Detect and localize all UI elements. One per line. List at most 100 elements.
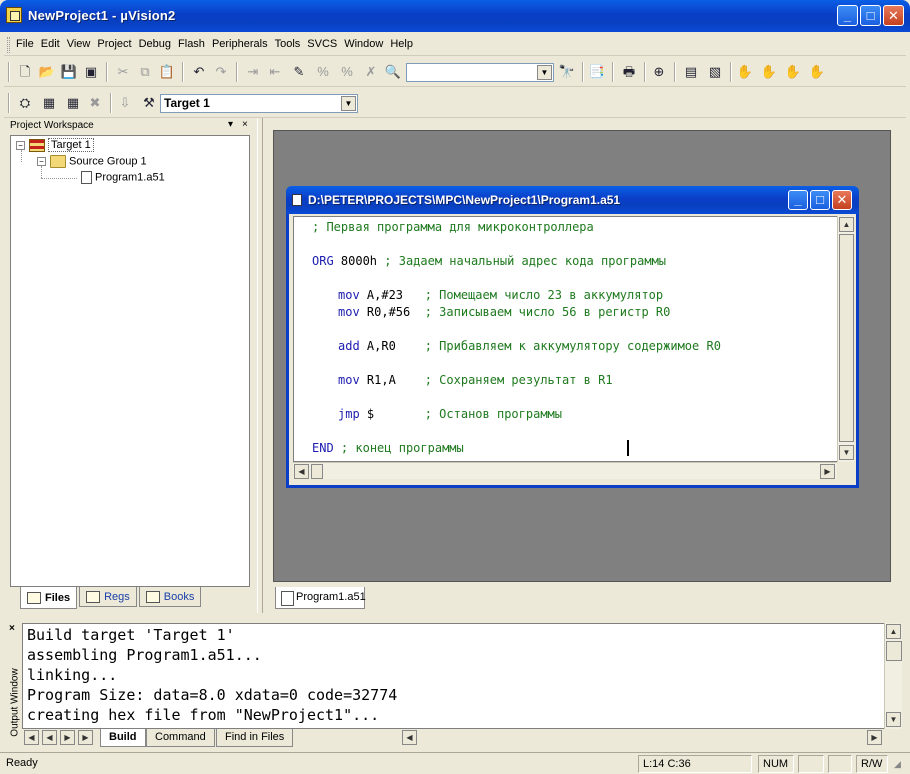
menu-peripherals[interactable]: Peripherals [212, 38, 268, 50]
code-comment: ; Сохраняем результат в R1 [424, 373, 613, 387]
indent-icon[interactable]: ⇥ [244, 63, 262, 81]
scroll-down-icon[interactable]: ▼ [886, 712, 901, 727]
menu-edit[interactable]: Edit [41, 38, 60, 50]
kill-all-breakpoints-icon[interactable]: ✋ [808, 63, 826, 81]
menu-project[interactable]: Project [97, 38, 131, 50]
cut-icon[interactable]: ✂ [114, 63, 132, 81]
find-combo[interactable]: ▼ [406, 63, 554, 82]
scroll-left-icon[interactable]: ◀ [294, 464, 309, 479]
scroll-up-icon[interactable]: ▲ [886, 624, 901, 639]
collapse-toggle-icon[interactable]: − [37, 157, 46, 166]
clear-bookmarks-icon[interactable]: ✗ [362, 63, 380, 81]
menu-grip[interactable] [7, 37, 10, 53]
build-target-icon[interactable]: ▦ [40, 94, 58, 112]
resize-grip-icon[interactable]: ◢ [894, 759, 901, 770]
workspace-window-icon[interactable]: ▤ [682, 63, 700, 81]
tree-node-source-group[interactable]: − Source Group 1 [37, 155, 147, 169]
document-icon[interactable] [292, 194, 302, 206]
editor-title-bar[interactable]: D:\PETER\PROJECTS\MPC\NewProject1\Progra… [286, 186, 859, 214]
find-combo-arrow-icon[interactable]: ▼ [537, 65, 552, 80]
output-vertical-scrollbar[interactable]: ▲ ▼ [884, 623, 902, 729]
scroll-thumb[interactable] [839, 234, 854, 442]
maximize-button[interactable]: □ [860, 5, 881, 26]
copy-icon[interactable]: ⧉ [136, 63, 154, 81]
find-in-files-icon[interactable]: 🔍 [384, 63, 402, 81]
tab-find-in-files[interactable]: Find in Files [216, 729, 294, 747]
toolbar-grip[interactable] [8, 62, 10, 82]
tab-scroll-first-icon[interactable]: ◀ [24, 730, 39, 745]
save-icon[interactable]: 💾 [60, 63, 78, 81]
redo-icon[interactable]: ↷ [212, 63, 230, 81]
tab-scroll-next-icon[interactable]: ▶ [60, 730, 75, 745]
target-options-icon[interactable]: ⚒ [140, 94, 158, 112]
menu-flash[interactable]: Flash [178, 38, 205, 50]
menu-debug[interactable]: Debug [139, 38, 171, 50]
next-bookmark-icon[interactable]: % [338, 63, 356, 81]
menu-help[interactable]: Help [390, 38, 413, 50]
minimize-button[interactable]: _ [837, 5, 858, 26]
output-window-handle[interactable]: × Output Window [4, 619, 22, 749]
prev-bookmark-icon[interactable]: % [314, 63, 332, 81]
scroll-right-icon[interactable]: ▶ [820, 464, 835, 479]
uvision-app-icon[interactable] [6, 7, 22, 23]
collapse-toggle-icon[interactable]: − [16, 141, 25, 150]
find-binoculars-icon[interactable]: 🔭 [558, 63, 576, 81]
kill-breakpoint-icon[interactable]: ✋ [760, 63, 778, 81]
code-editor[interactable]: ; Первая программа для микроконтроллера … [293, 216, 841, 462]
menu-view[interactable]: View [67, 38, 91, 50]
download-load-icon[interactable]: ⇩ [116, 94, 134, 112]
build-output[interactable]: Build target 'Target 1' assembling Progr… [22, 623, 902, 729]
tab-program1[interactable]: Program1.a51 [275, 587, 366, 609]
editor-maximize-button[interactable]: □ [810, 190, 830, 210]
menu-window[interactable]: Window [344, 38, 383, 50]
stop-build-icon[interactable]: ✖ [86, 94, 104, 112]
tab-command[interactable]: Command [146, 729, 215, 747]
scroll-thumb[interactable] [311, 464, 323, 479]
workspace-splitter[interactable] [257, 118, 263, 613]
paste-icon[interactable]: 📋 [158, 63, 176, 81]
title-bar[interactable]: NewProject1 - µVision2 _ □ ✕ [0, 0, 910, 32]
menu-file[interactable]: File [16, 38, 34, 50]
new-file-icon[interactable]: 🗋 [16, 63, 34, 81]
tab-regs[interactable]: Regs [79, 587, 137, 607]
editor-close-button[interactable]: ✕ [832, 190, 852, 210]
unindent-icon[interactable]: ⇤ [266, 63, 284, 81]
menu-tools[interactable]: Tools [275, 38, 301, 50]
editor-horizontal-scrollbar[interactable]: ◀ ▶ [293, 462, 837, 479]
rebuild-all-icon[interactable]: ▦ [64, 94, 82, 112]
undo-icon[interactable]: ↶ [190, 63, 208, 81]
print-icon[interactable]: 🖶 [620, 63, 638, 81]
target-select[interactable]: Target 1 ▼ [160, 94, 358, 113]
tab-scroll-last-icon[interactable]: ▶ [78, 730, 93, 745]
editor-vertical-scrollbar[interactable]: ▲ ▼ [837, 216, 854, 462]
output-close-icon[interactable]: × [9, 623, 15, 634]
tree-node-file[interactable]: Program1.a51 [81, 171, 165, 185]
close-button[interactable]: ✕ [883, 5, 904, 26]
tab-files[interactable]: Files [20, 587, 78, 609]
tab-scroll-prev-icon[interactable]: ◀ [42, 730, 57, 745]
scroll-thumb[interactable] [886, 641, 902, 661]
debug-session-icon[interactable]: ⊕ [650, 63, 668, 81]
open-file-icon[interactable]: 📂 [38, 63, 56, 81]
workspace-pin-icon[interactable]: ▾ [228, 119, 233, 130]
project-tree[interactable]: − Target 1 − Source Group 1 Program1.a51 [10, 135, 250, 587]
tab-books[interactable]: Books [138, 587, 202, 607]
scroll-right-icon[interactable]: ▶ [867, 730, 882, 745]
scroll-up-icon[interactable]: ▲ [839, 217, 854, 232]
browse-icon[interactable]: 📑 [588, 63, 606, 81]
breakpoint-hand-icon[interactable]: ✋ [736, 63, 754, 81]
workspace-close-icon[interactable]: × [242, 119, 248, 130]
set-bookmark-icon[interactable]: ✎ [290, 63, 308, 81]
disable-breakpoint-icon[interactable]: ✋ [784, 63, 802, 81]
editor-minimize-button[interactable]: _ [788, 190, 808, 210]
translate-icon[interactable]: ⛭ [16, 94, 34, 112]
menu-svcs[interactable]: SVCS [307, 38, 337, 50]
tree-node-target[interactable]: − Target 1 [16, 138, 94, 153]
save-all-icon[interactable]: ▣ [82, 63, 100, 81]
scroll-down-icon[interactable]: ▼ [839, 445, 854, 460]
scroll-left-icon[interactable]: ◀ [402, 730, 417, 745]
tab-build[interactable]: Build [100, 729, 146, 747]
toolbar-grip[interactable] [8, 93, 10, 113]
target-select-arrow-icon[interactable]: ▼ [341, 96, 356, 111]
output-window-icon[interactable]: ▧ [706, 63, 724, 81]
